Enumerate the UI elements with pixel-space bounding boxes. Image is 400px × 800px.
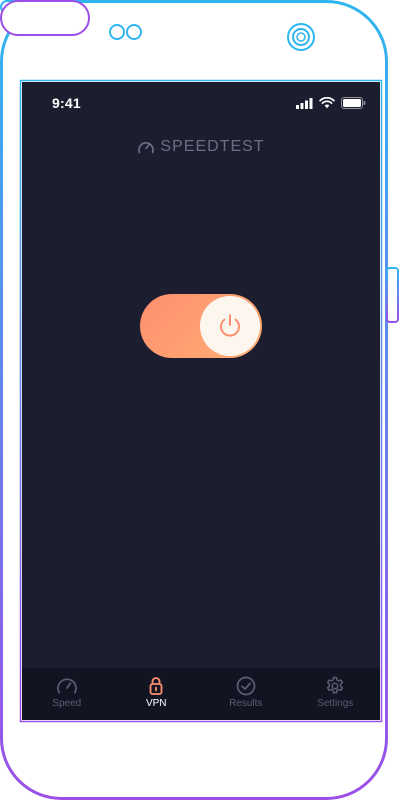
brand-label: SPEEDTEST: [160, 138, 265, 155]
tab-label: VPN: [145, 698, 167, 709]
status-bar: 9:41: [22, 82, 380, 126]
check-circle-icon: [236, 676, 256, 696]
home-button[interactable]: [0, 0, 90, 36]
wifi-icon: [319, 97, 335, 109]
app-screen: 9:41 SPEEDTEST Speed VPN Results Setting…: [22, 82, 380, 720]
gear-icon: [327, 676, 344, 694]
vpn-power-toggle[interactable]: [140, 294, 262, 358]
app-brand: SPEEDTEST: [22, 138, 380, 156]
speedometer-icon: [138, 142, 155, 154]
tab-vpn[interactable]: VPN: [112, 668, 202, 720]
tab-label: Settings: [317, 698, 354, 709]
signal-icon: [296, 97, 313, 109]
status-icons: [296, 97, 366, 109]
tab-bar: Speed VPN Results Settings: [22, 668, 380, 720]
toggle-knob: [200, 296, 260, 356]
status-time: 9:41: [52, 95, 81, 111]
tab-label: Speed: [52, 698, 82, 709]
battery-icon: [341, 97, 366, 109]
tab-label: Results: [229, 698, 263, 709]
tab-results[interactable]: Results: [201, 668, 291, 720]
tab-speed[interactable]: Speed: [22, 668, 112, 720]
speedometer-icon: [56, 678, 77, 694]
lock-icon: [149, 677, 163, 695]
tab-settings[interactable]: Settings: [291, 668, 381, 720]
power-icon: [220, 314, 240, 337]
